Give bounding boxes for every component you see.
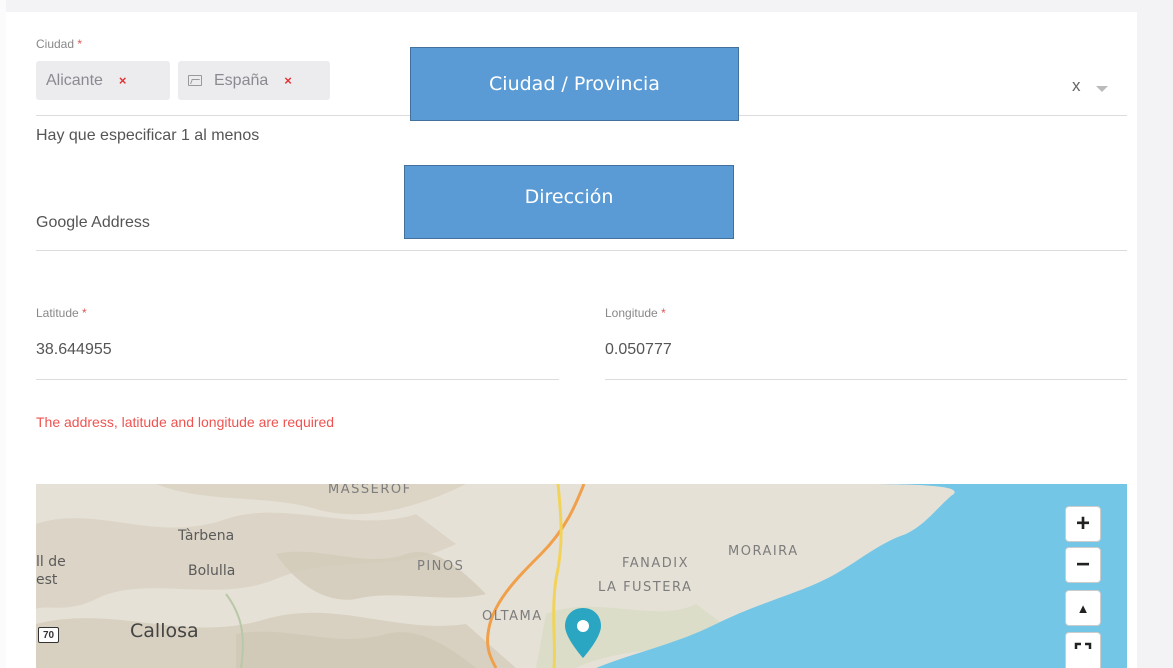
map-label-callosa: Callosa [130,620,199,642]
chip-alicante[interactable]: Alicante × [36,61,170,100]
chevron-down-icon[interactable] [1096,86,1108,92]
map-label-fanadix: FANADIX [622,556,690,571]
address-input[interactable]: Google Address [36,214,150,232]
map-label-moraira: MORAIRA [728,544,799,559]
latitude-underline [36,379,559,380]
right-edge [1137,0,1173,668]
chip-espana[interactable]: España × [178,61,330,100]
map-label-la-fustera: LA FUSTERA [598,580,693,595]
compass-button[interactable]: ▲ [1065,590,1101,626]
map-label-oltamar: OLTAMA [482,609,543,624]
map-label-tarbena: Tàrbena [178,528,235,544]
map[interactable]: MASSEROF Tàrbena Bolulla PINOS FANADIX M… [36,484,1127,668]
longitude-input[interactable]: 0.050777 [605,341,672,359]
image-icon [188,75,202,86]
fullscreen-button[interactable] [1065,632,1101,668]
clear-selection-icon[interactable]: x [1072,76,1081,96]
latitude-label: Latitude * [36,306,87,320]
zoom-in-button[interactable]: + [1065,506,1101,542]
fullscreen-icon [1074,642,1092,649]
city-helper-text: Hay que especificar 1 al menos [36,127,260,144]
longitude-underline [605,379,1127,380]
callout-city-province: Ciudad / Provincia [410,47,739,121]
latitude-input[interactable]: 38.644955 [36,341,112,359]
map-label-bolulla: Bolulla [188,563,236,579]
zoom-out-button[interactable]: − [1065,547,1101,583]
road-sign: 70 [38,627,59,643]
chip-remove-icon[interactable]: × [119,73,127,88]
map-label-pinos: PINOS [417,559,465,574]
map-label-edge-top: ll de [36,554,66,570]
address-underline [36,250,1127,251]
map-label-edge-bottom: est [36,572,58,588]
chip-remove-icon[interactable]: × [284,73,292,88]
callout-address: Dirección [404,165,734,239]
longitude-label: Longitude * [605,306,666,320]
compass-icon: ▲ [1076,600,1090,616]
map-label-masserof: MASSEROF [328,484,412,497]
error-message: The address, latitude and longitude are … [36,414,335,430]
left-edge [0,0,6,668]
top-bar [0,0,1173,12]
city-label: Ciudad * [36,37,83,51]
